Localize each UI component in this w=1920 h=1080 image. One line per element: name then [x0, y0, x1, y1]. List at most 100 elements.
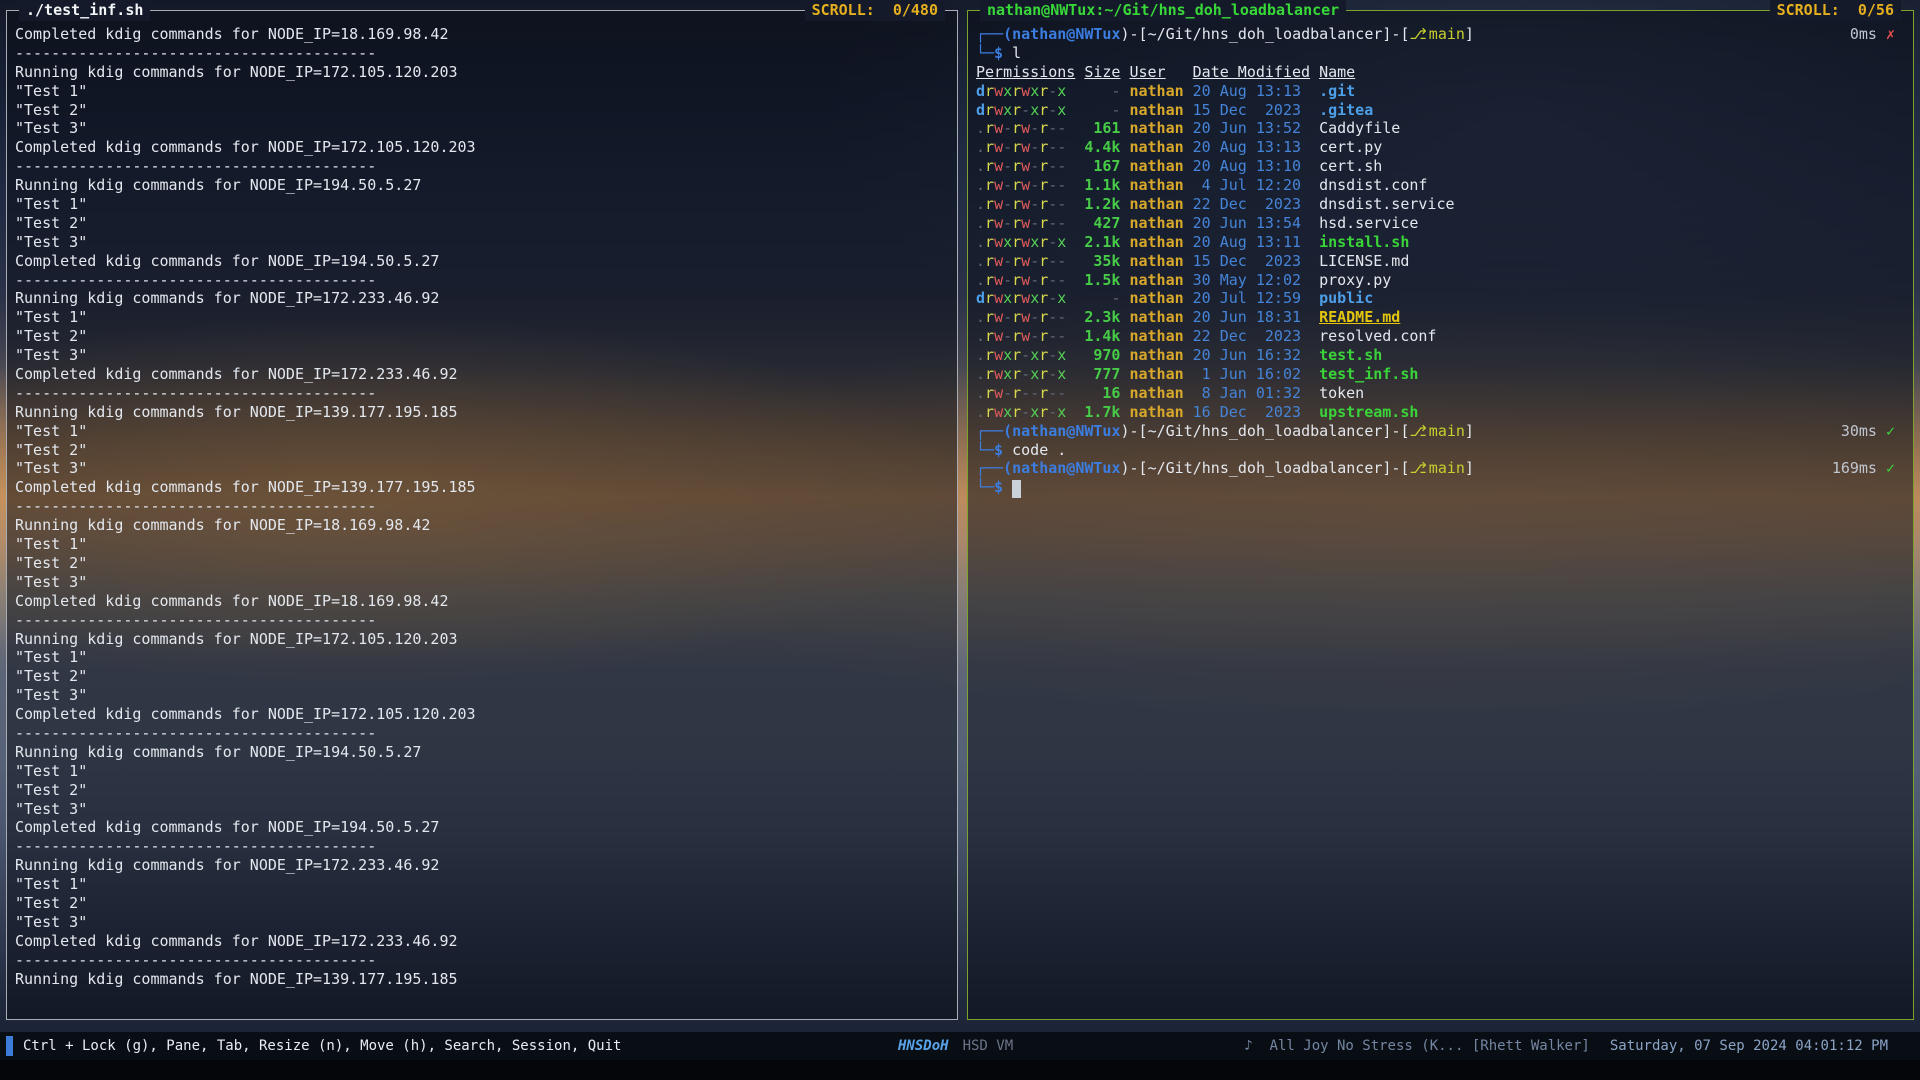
file-permissions: .rwxr-xr-x	[976, 365, 1075, 384]
terminal-line: "Test 1"	[15, 308, 949, 327]
left-terminal-output: Completed kdig commands for NODE_IP=18.1…	[7, 11, 957, 1017]
prompt-text: ┌──(nathan@NWTux)-[~/Git/hns_doh_loadbal…	[976, 25, 1474, 44]
terminal-line: Running kdig commands for NODE_IP=194.50…	[15, 176, 949, 195]
terminal-line: Completed kdig commands for NODE_IP=172.…	[15, 932, 949, 951]
file-row: .rw-rw-r--427nathan20 Jun 13:54hsd.servi…	[976, 214, 1905, 233]
file-name: public	[1319, 289, 1905, 308]
spacer	[1474, 422, 1841, 441]
file-size: -	[1084, 289, 1120, 308]
music-note-icon: ♪	[1244, 1038, 1252, 1054]
file-row: .rw-rw-r--161nathan20 Jun 13:52Caddyfile	[976, 119, 1905, 138]
terminal-line: "Test 1"	[15, 82, 949, 101]
terminal-line: "Test 3"	[15, 459, 949, 478]
file-name: token	[1319, 384, 1905, 403]
terminal-line: Running kdig commands for NODE_IP=172.23…	[15, 289, 949, 308]
file-name: LICENSE.md	[1319, 252, 1905, 271]
terminal-line: ----------------------------------------	[15, 44, 949, 63]
terminal-line: "Test 1"	[15, 195, 949, 214]
file-permissions: .rw-rw-r--	[976, 327, 1075, 346]
column-header: Name	[1319, 63, 1905, 82]
git-branch-icon: ⎇	[1410, 422, 1427, 440]
terminal-line: "Test 3"	[15, 686, 949, 705]
file-permissions: drwxrwxr-x	[976, 289, 1075, 308]
file-owner: nathan	[1129, 252, 1183, 271]
success-icon: ✓	[1886, 459, 1895, 478]
file-date: 16 Dec 2023	[1193, 403, 1310, 422]
file-name: proxy.py	[1319, 271, 1905, 290]
command-line: └─$ code .	[976, 441, 1905, 460]
file-date: 20 Jun 16:32	[1193, 346, 1310, 365]
file-size: 1.1k	[1084, 176, 1120, 195]
terminal-line: "Test 2"	[15, 327, 949, 346]
status-bar: Ctrl + Lock (g), Pane, Tab, Resize (n), …	[0, 1032, 1920, 1060]
file-owner: nathan	[1129, 82, 1183, 101]
file-size: 427	[1084, 214, 1120, 233]
file-row: .rw-rw-r--35knathan15 Dec 2023LICENSE.md	[976, 252, 1905, 271]
file-date: 15 Dec 2023	[1193, 252, 1310, 271]
tab-hsd-vm[interactable]: HSD VM	[963, 1038, 1014, 1054]
file-permissions: .rwxrwxr-x	[976, 233, 1075, 252]
git-branch-icon: ⎇	[1410, 25, 1427, 43]
terminal-line: Running kdig commands for NODE_IP=18.169…	[15, 516, 949, 535]
success-icon: ✓	[1886, 422, 1895, 441]
file-date: 8 Jan 01:32	[1193, 384, 1310, 403]
terminal-cursor	[1012, 480, 1021, 498]
desktop-background: ./test_inf.sh SCROLL: 0/480 Completed kd…	[0, 0, 1920, 1080]
file-owner: nathan	[1129, 308, 1183, 327]
file-name: test.sh	[1319, 346, 1905, 365]
terminal-line: "Test 3"	[15, 346, 949, 365]
pane-right[interactable]: nathan@NWTux:~/Git/hns_doh_loadbalancer …	[967, 10, 1914, 1020]
tab-hnsdoh[interactable]: HNSDoH	[898, 1038, 949, 1054]
terminal-line: "Test 2"	[15, 781, 949, 800]
terminal-line: ----------------------------------------	[15, 157, 949, 176]
file-row: .rw-rw-r--1.2knathan22 Dec 2023dnsdist.s…	[976, 195, 1905, 214]
file-permissions: drwxr-xr-x	[976, 101, 1075, 120]
file-date: 22 Dec 2023	[1193, 195, 1310, 214]
git-branch-name: main	[1429, 25, 1465, 43]
now-playing: ♪ All Joy No Stress (K... [Rhett Walker]	[1244, 1038, 1590, 1054]
file-row: .rw-rw-r--4.4knathan20 Aug 13:13cert.py	[976, 138, 1905, 157]
terminal-line: "Test 1"	[15, 762, 949, 781]
file-size: 1.7k	[1084, 403, 1120, 422]
command-duration: 169ms	[1832, 459, 1877, 478]
terminal-line: "Test 1"	[15, 875, 949, 894]
file-permissions: .rw-r--r--	[976, 384, 1075, 403]
prompt-separator: ]	[1465, 25, 1474, 43]
terminal-line: Running kdig commands for NODE_IP=139.17…	[15, 403, 949, 422]
file-name: resolved.conf	[1319, 327, 1905, 346]
terminal-line: ----------------------------------------	[15, 724, 949, 743]
file-size: 970	[1084, 346, 1120, 365]
file-date: 20 Aug 13:13	[1193, 82, 1310, 101]
file-date: 1 Jun 16:02	[1193, 365, 1310, 384]
file-date: 20 Jul 12:59	[1193, 289, 1310, 308]
git-branch-name: main	[1429, 422, 1465, 440]
pane-left-scroll-indicator: SCROLL: 0/480	[805, 0, 945, 21]
file-name: .git	[1319, 82, 1905, 101]
file-permissions: .rw-rw-r--	[976, 214, 1075, 233]
file-permissions: .rwxr-xr-x	[976, 346, 1075, 365]
terminal-line: "Test 3"	[15, 913, 949, 932]
prompt-text: ┌──(nathan@NWTux)-[~/Git/hns_doh_loadbal…	[976, 459, 1474, 478]
file-permissions: .rw-rw-r--	[976, 308, 1075, 327]
git-branch: ⎇main	[1410, 25, 1465, 43]
terminal-line: "Test 3"	[15, 233, 949, 252]
file-name: cert.sh	[1319, 157, 1905, 176]
file-size: 1.4k	[1084, 327, 1120, 346]
terminal-line: ----------------------------------------	[15, 271, 949, 290]
file-permissions: .rw-rw-r--	[976, 157, 1075, 176]
column-header: Date Modified	[1193, 63, 1310, 82]
file-listing: PermissionsSizeUserDate ModifiedNamedrwx…	[976, 63, 1905, 422]
column-header: Size	[1084, 63, 1120, 82]
file-name: dnsdist.service	[1319, 195, 1905, 214]
pane-left[interactable]: ./test_inf.sh SCROLL: 0/480 Completed kd…	[6, 10, 958, 1020]
terminal-line: Completed kdig commands for NODE_IP=18.1…	[15, 25, 949, 44]
file-owner: nathan	[1129, 214, 1183, 233]
file-date: 20 Aug 13:11	[1193, 233, 1310, 252]
file-name: upstream.sh	[1319, 403, 1905, 422]
terminal-line: Completed kdig commands for NODE_IP=194.…	[15, 252, 949, 271]
prompt-symbol: └─$	[976, 478, 1012, 496]
file-size: 1.2k	[1084, 195, 1120, 214]
git-branch: ⎇main	[1410, 459, 1465, 477]
file-owner: nathan	[1129, 176, 1183, 195]
prompt-separator: ]-[	[1382, 459, 1409, 477]
